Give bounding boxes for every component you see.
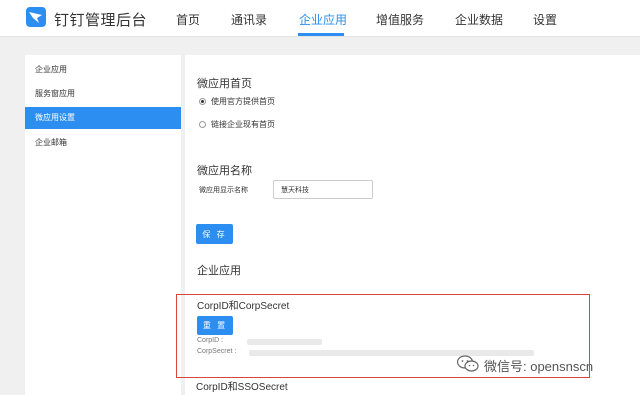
enterprise-apps-title: 企业应用 (197, 265, 241, 277)
homepage-section-title: 微应用首页 (197, 78, 252, 90)
brand-title: 钉钉管理后台 (54, 12, 148, 29)
nav-contacts[interactable]: 通讯录 (231, 11, 267, 28)
name-section-title: 微应用名称 (197, 165, 252, 177)
sidebar-item-enterprise-mail[interactable]: 企业邮箱 (25, 132, 181, 154)
corpid-label: CorpID : (197, 337, 224, 344)
corpid-corpsecret-title: CorpID和CorpSecret (197, 301, 290, 312)
radio-option-official-homepage[interactable]: 使用官方提供首页 (199, 96, 275, 107)
nav-enterprise-apps[interactable]: 企业应用 (299, 11, 347, 28)
save-button[interactable]: 保 存 (196, 224, 233, 244)
radio-unchecked-icon[interactable] (199, 121, 206, 129)
wechat-watermark: 微信号: opensnscn (456, 355, 594, 376)
radio-checked-icon[interactable] (199, 98, 206, 106)
wechat-id-text: 微信号: opensnscn (484, 359, 594, 374)
active-nav-indicator (298, 33, 344, 36)
nav-settings[interactable]: 设置 (533, 11, 557, 28)
display-name-label: 微应用显示名称 (199, 187, 248, 194)
top-header: 钉钉管理后台 首页 通讯录 企业应用 增值服务 企业数据 设置 (0, 0, 640, 37)
sidebar-item-enterprise-apps[interactable]: 企业应用 (25, 59, 181, 81)
nav-enterprise-data[interactable]: 企业数据 (455, 11, 503, 28)
nav-home[interactable]: 首页 (176, 11, 200, 28)
corpsecret-label: CorpSecret : (197, 348, 237, 355)
display-name-input[interactable] (273, 180, 373, 199)
nav-value-added-services[interactable]: 增值服务 (376, 11, 424, 28)
reset-button[interactable]: 重 置 (197, 316, 233, 335)
corpid-redacted-value (247, 339, 322, 345)
radio-label: 链接企业现有首页 (211, 120, 275, 129)
radio-option-existing-homepage[interactable]: 链接企业现有首页 (199, 119, 275, 130)
wechat-icon (456, 355, 479, 376)
corpid-ssosecret-title: CorpID和SSOSecret (196, 382, 288, 393)
sidebar-item-service-window-apps[interactable]: 服务窗应用 (25, 83, 181, 105)
radio-label: 使用官方提供首页 (211, 97, 275, 106)
sidebar-item-micro-app-settings[interactable]: 微应用设置 (25, 107, 181, 129)
dingtalk-logo-icon[interactable] (26, 7, 46, 27)
sidebar: 企业应用 服务窗应用 微应用设置 企业邮箱 (25, 55, 181, 395)
